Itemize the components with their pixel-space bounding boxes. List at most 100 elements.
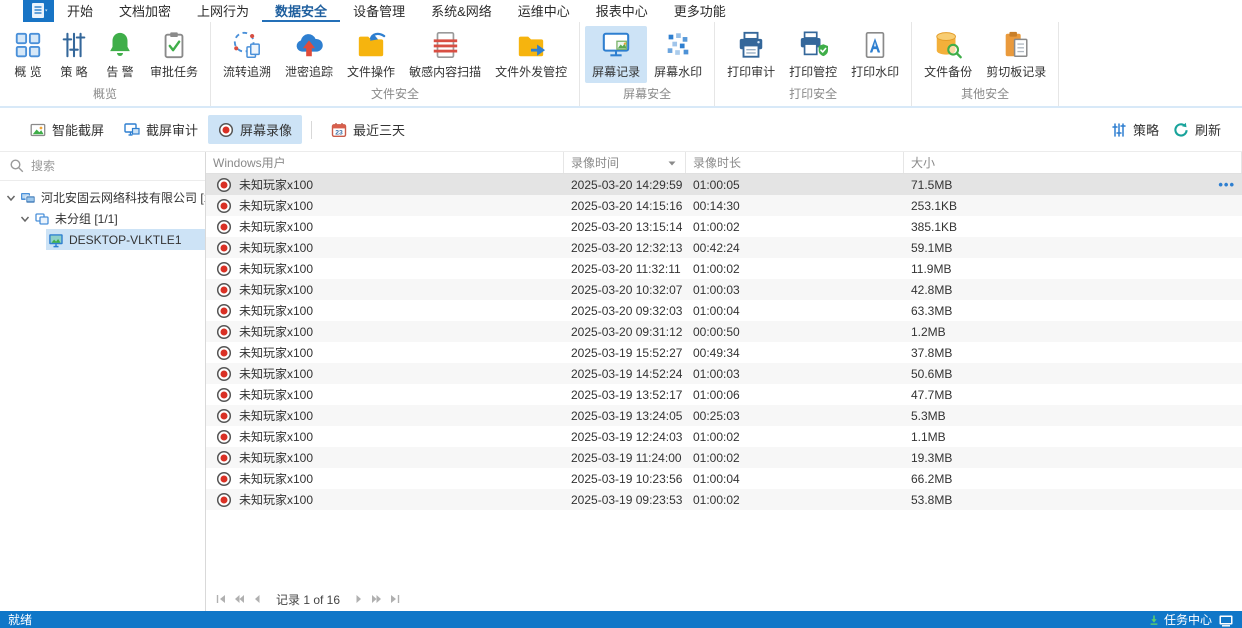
record-dot-icon — [216, 303, 232, 319]
table-row[interactable]: 未知玩家x1002025-03-20 11:32:1101:00:0211.9M… — [206, 258, 1242, 279]
ribbon-button[interactable]: 策 略 — [51, 26, 97, 83]
ribbon-group: 屏幕记录屏幕水印屏幕安全 — [580, 22, 715, 106]
search-icon — [9, 158, 25, 174]
toolbar-button-label: 截屏审计 — [146, 120, 198, 139]
table-row[interactable]: 未知玩家x1002025-03-19 15:52:2700:49:3437.8M… — [206, 342, 1242, 363]
table-row[interactable]: 未知玩家x1002025-03-19 13:52:1701:00:0647.7M… — [206, 384, 1242, 405]
tree-item[interactable]: 未分组 [1/1] — [0, 208, 205, 229]
task-center-button[interactable]: 任务中心 — [1148, 611, 1212, 628]
app-menu-button[interactable] — [23, 0, 54, 22]
pager-prev-icon — [251, 593, 263, 605]
cell-duration: 01:00:06 — [686, 388, 904, 402]
menu-tab-1[interactable]: 开始 — [54, 0, 106, 22]
screen-record-icon — [601, 30, 631, 60]
toolbar-button[interactable]: 刷新 — [1166, 115, 1228, 144]
ribbon-button[interactable]: 审批任务 — [143, 26, 205, 83]
tree-item-content: 河北安固云网络科技有限公司 [1/1] — [18, 187, 205, 208]
table-row[interactable]: 未知玩家x1002025-03-20 09:31:1200:00:501.2MB — [206, 321, 1242, 342]
table-row[interactable]: 未知玩家x1002025-03-20 12:32:1300:42:2459.1M… — [206, 237, 1242, 258]
column-header[interactable]: 录像时长 — [686, 152, 904, 173]
ribbon-button[interactable]: 打印审计 — [720, 26, 782, 83]
ribbon-button[interactable]: 文件外发管控 — [488, 26, 574, 83]
pager-prev-button[interactable] — [248, 591, 266, 607]
menu-tab-4[interactable]: 数据安全 — [262, 0, 340, 22]
toolbar-button[interactable]: 截屏审计 — [114, 115, 208, 144]
record-dot-icon — [216, 471, 232, 487]
ribbon-button[interactable]: 打印管控 — [782, 26, 844, 83]
table-row[interactable]: 未知玩家x1002025-03-19 10:23:5601:00:0466.2M… — [206, 468, 1242, 489]
ribbon-button[interactable]: 屏幕水印 — [647, 26, 709, 83]
menu-tab-7[interactable]: 运维中心 — [505, 0, 583, 22]
table-row[interactable]: 未知玩家x1002025-03-19 13:24:0500:25:035.3MB — [206, 405, 1242, 426]
table-row[interactable]: 未知玩家x1002025-03-19 09:23:5301:00:0253.8M… — [206, 489, 1242, 510]
mini-window-icon[interactable] — [1218, 612, 1234, 628]
pager-next-button[interactable] — [350, 591, 368, 607]
app-window: 开始文档加密上网行为数据安全设备管理系统&网络运维中心报表中心更多功能 概 览策… — [0, 0, 1242, 628]
ribbon-button[interactable]: 流转追溯 — [216, 26, 278, 83]
tree-expander[interactable] — [4, 192, 18, 204]
toolbar-button[interactable]: 策略 — [1104, 115, 1166, 144]
menu-tab-9[interactable]: 更多功能 — [661, 0, 739, 22]
ribbon-button[interactable]: 泄密追踪 — [278, 26, 340, 83]
menu-tab-8[interactable]: 报表中心 — [583, 0, 661, 22]
app-menu-icon — [28, 0, 50, 22]
tree-item[interactable]: 河北安固云网络科技有限公司 [1/1] — [0, 187, 205, 208]
table-row[interactable]: 未知玩家x1002025-03-20 14:29:5901:00:0571.5M… — [206, 174, 1242, 195]
pager-fast-prev-button[interactable] — [230, 591, 248, 607]
record-dot-icon — [216, 429, 232, 445]
cell-duration: 00:14:30 — [686, 199, 904, 213]
tree-expander[interactable] — [18, 213, 32, 225]
ribbon-button[interactable]: 概 览 — [5, 26, 51, 83]
pager-fast-next-button[interactable] — [368, 591, 386, 607]
column-header[interactable]: 大小 — [904, 152, 1242, 173]
table-row[interactable]: 未知玩家x1002025-03-20 13:15:1401:00:02385.1… — [206, 216, 1242, 237]
ribbon-button[interactable]: 剪切板记录 — [979, 26, 1053, 83]
toolbar-button[interactable]: 智能截屏 — [20, 115, 114, 144]
pager-last-button[interactable] — [386, 591, 404, 607]
table-row[interactable]: 未知玩家x1002025-03-20 14:15:1600:14:30253.1… — [206, 195, 1242, 216]
row-more-button[interactable]: ••• — [1218, 177, 1235, 192]
search-input[interactable] — [31, 159, 196, 173]
record-dot-icon — [216, 282, 232, 298]
pager-first-button[interactable] — [212, 591, 230, 607]
toolbar-button[interactable]: 屏幕录像 — [208, 115, 302, 144]
cell-duration: 01:00:04 — [686, 304, 904, 318]
cell-size: 1.2MB — [904, 325, 1242, 339]
subtoolbar: 智能截屏 截屏审计屏幕录像 23最近三天 策略刷新 — [0, 108, 1242, 152]
cell-user: 未知玩家x100 — [206, 428, 564, 445]
table-row[interactable]: 未知玩家x1002025-03-19 11:24:0001:00:0219.3M… — [206, 447, 1242, 468]
toolbar-button[interactable]: 23最近三天 — [321, 115, 415, 144]
ribbon-button[interactable]: 屏幕记录 — [585, 26, 647, 83]
table-row[interactable]: 未知玩家x1002025-03-19 14:52:2401:00:0350.6M… — [206, 363, 1242, 384]
menu-tab-5[interactable]: 设备管理 — [340, 0, 418, 22]
policy-small-icon — [1111, 122, 1127, 138]
download-arrow-icon — [1148, 614, 1160, 626]
tree-item[interactable]: DESKTOP-VLKTLE1 — [0, 229, 205, 250]
column-header[interactable]: Windows用户 — [206, 152, 564, 173]
sort-desc-icon — [660, 157, 678, 169]
ribbon-button-label: 文件备份 — [924, 63, 972, 80]
ribbon-button-label: 告 警 — [106, 63, 133, 80]
trace-cycle-icon — [232, 30, 262, 60]
column-header-label: 大小 — [911, 154, 935, 171]
ribbon-button[interactable]: 打印水印 — [844, 26, 906, 83]
ribbon-group: 文件备份剪切板记录其他安全 — [912, 22, 1059, 106]
table-row[interactable]: 未知玩家x1002025-03-20 10:32:0701:00:0342.8M… — [206, 279, 1242, 300]
menu-tab-2[interactable]: 文档加密 — [106, 0, 184, 22]
cell-user: 未知玩家x100 — [206, 407, 564, 424]
cell-duration: 01:00:03 — [686, 283, 904, 297]
ribbon-button[interactable]: 告 警 — [97, 26, 143, 83]
search-box — [0, 152, 205, 181]
column-header[interactable]: 录像时间 — [564, 152, 686, 173]
table-row[interactable]: 未知玩家x1002025-03-19 12:24:0301:00:021.1MB — [206, 426, 1242, 447]
menu-tab-3[interactable]: 上网行为 — [184, 0, 262, 22]
table-row[interactable]: 未知玩家x1002025-03-20 09:32:0301:00:0463.3M… — [206, 300, 1242, 321]
ribbon-button[interactable]: 文件操作 — [340, 26, 402, 83]
cell-user: 未知玩家x100 — [206, 323, 564, 340]
file-backup-icon — [933, 30, 963, 60]
ribbon-button[interactable]: 敏感内容扫描 — [402, 26, 488, 83]
ribbon-button-label: 屏幕记录 — [592, 63, 640, 80]
menu-tab-6[interactable]: 系统&网络 — [418, 0, 505, 22]
cell-duration: 01:00:02 — [686, 262, 904, 276]
ribbon-button[interactable]: 文件备份 — [917, 26, 979, 83]
